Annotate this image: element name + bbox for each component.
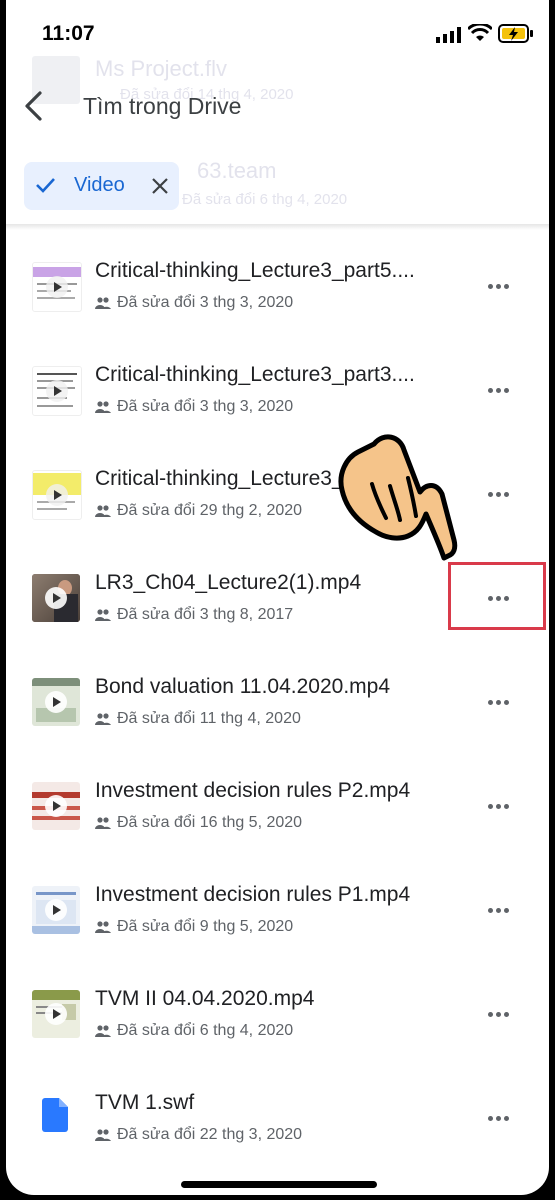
more-options-button[interactable] — [488, 900, 520, 920]
video-filter-chip[interactable]: Video — [24, 162, 179, 210]
shared-people-icon — [95, 817, 111, 829]
file-name: Investment decision rules P2.mp4 — [95, 779, 411, 802]
file-meta: Đã sửa đổi 3 thg 3, 2020 — [95, 398, 293, 416]
file-thumbnail — [32, 574, 80, 622]
ghost-file-name: 63.team — [197, 158, 277, 183]
more-options-button[interactable] — [488, 276, 520, 296]
more-options-button[interactable] — [488, 380, 520, 400]
file-meta: Đã sửa đổi 22 thg 3, 2020 — [95, 1126, 302, 1144]
battery-charging-icon — [498, 24, 533, 43]
modified-date: Đã sửa đổi 29 thg 2, 2020 — [117, 502, 303, 519]
more-options-button[interactable] — [488, 484, 520, 504]
phone-screen: 11:07 Ms Project.flv Đã sửa đổi 14 thg 4… — [6, 0, 549, 1195]
file-row[interactable]: TVM II 04.04.2020.mp4 Đã sửa đổi 6 thg 4… — [6, 968, 549, 1072]
file-meta: Đã sửa đổi 9 thg 5, 2020 — [95, 918, 293, 936]
shared-people-icon — [95, 713, 111, 725]
file-row[interactable]: TVM 1.swf Đã sửa đổi 22 thg 3, 2020 — [6, 1072, 549, 1176]
file-thumbnail — [32, 782, 80, 830]
shared-people-icon — [95, 297, 111, 309]
file-meta: Đã sửa đổi 3 thg 8, 2017 — [95, 606, 293, 624]
file-name: Bond valuation 11.04.2020.mp4 — [95, 675, 391, 698]
file-meta: Đã sửa đổi 3 thg 3, 2020 — [95, 294, 293, 312]
chip-label: Video — [74, 174, 125, 196]
page-title: Tìm trong Drive — [83, 93, 242, 119]
modified-date: Đã sửa đổi 6 thg 4, 2020 — [117, 1022, 294, 1039]
file-name: Critical-thinking_Lecture3_part3.... — [95, 363, 415, 386]
modified-date: Đã sửa đổi 3 thg 3, 2020 — [117, 294, 294, 311]
file-name: LR3_Ch04_Lecture2(1).mp4 — [95, 571, 362, 594]
file-meta: Đã sửa đổi 6 thg 4, 2020 — [95, 1022, 293, 1040]
home-indicator — [181, 1181, 377, 1188]
check-icon — [36, 178, 55, 193]
shared-people-icon — [95, 1129, 111, 1141]
modified-date: Đã sửa đổi 9 thg 5, 2020 — [117, 918, 294, 935]
pointing-hand-icon — [338, 434, 458, 561]
status-time: 11:07 — [42, 22, 95, 45]
file-meta: Đã sửa đổi 16 thg 5, 2020 — [95, 814, 302, 832]
file-icon — [42, 1098, 68, 1132]
file-thumbnail — [32, 886, 80, 934]
modified-date: Đã sửa đổi 16 thg 5, 2020 — [117, 814, 303, 831]
file-name: TVM II 04.04.2020.mp4 — [95, 987, 315, 1010]
wifi-icon — [468, 24, 492, 41]
file-row[interactable]: Bond valuation 11.04.2020.mp4 Đã sửa đổi… — [6, 656, 549, 760]
file-row[interactable]: Investment decision rules P2.mp4 Đã sửa … — [6, 760, 549, 864]
more-options-button[interactable] — [488, 1108, 520, 1128]
back-arrow-icon[interactable] — [22, 90, 44, 122]
file-thumbnail — [32, 262, 82, 312]
header-divider — [6, 224, 549, 230]
shared-people-icon — [95, 1025, 111, 1037]
file-row[interactable]: Investment decision rules P1.mp4 Đã sửa … — [6, 864, 549, 968]
ghost-file-meta: Đã sửa đổi 6 thg 4, 2020 — [182, 191, 348, 208]
modified-date: Đã sửa đổi 3 thg 3, 2020 — [117, 398, 294, 415]
file-name: Critical-thinking_Lecture3_part5.... — [95, 259, 415, 282]
shared-people-icon — [95, 401, 111, 413]
more-options-button[interactable] — [488, 1004, 520, 1024]
ghost-file-name: Ms Project.flv — [95, 56, 228, 81]
status-bar: 11:07 — [6, 0, 549, 62]
file-row[interactable]: Critical-thinking_Lecture3_part5.... Đã … — [6, 240, 549, 344]
modified-date: Đã sửa đổi 22 thg 3, 2020 — [117, 1126, 303, 1143]
file-meta: Đã sửa đổi 29 thg 2, 2020 — [95, 502, 302, 520]
shared-people-icon — [95, 609, 111, 621]
file-thumbnail — [32, 990, 80, 1038]
close-icon[interactable] — [151, 177, 169, 195]
file-name: Investment decision rules P1.mp4 — [95, 883, 411, 906]
file-meta: Đã sửa đổi 11 thg 4, 2020 — [95, 710, 301, 728]
file-thumbnail — [32, 678, 80, 726]
more-options-button[interactable] — [488, 692, 520, 712]
shared-people-icon — [95, 921, 111, 933]
shared-people-icon — [95, 505, 111, 517]
more-options-button[interactable] — [488, 796, 520, 816]
modified-date: Đã sửa đổi 11 thg 4, 2020 — [117, 710, 301, 727]
file-name: TVM 1.swf — [95, 1091, 195, 1114]
modified-date: Đã sửa đổi 3 thg 8, 2017 — [117, 606, 294, 623]
file-thumbnail — [32, 366, 82, 416]
cellular-signal-icon — [436, 27, 461, 43]
file-thumbnail — [32, 470, 82, 520]
